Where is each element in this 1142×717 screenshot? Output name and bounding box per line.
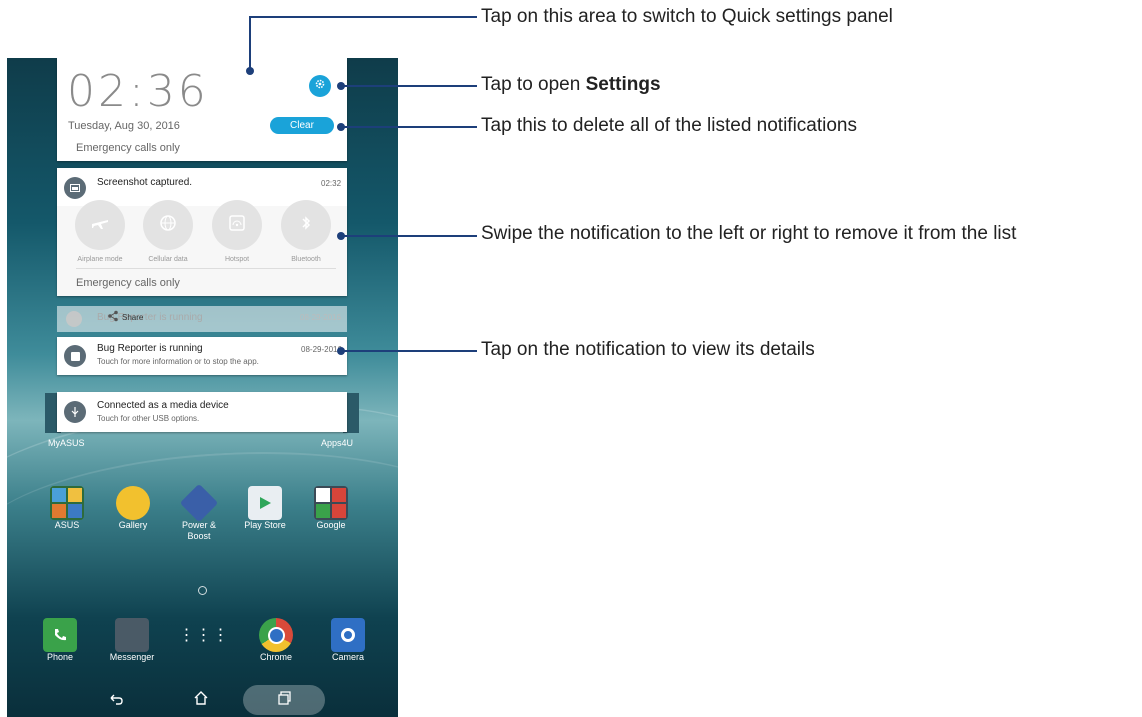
callout-quick-settings: Tap on this area to switch to Quick sett… xyxy=(481,6,893,27)
emergency-calls-text: Emergency calls only xyxy=(76,277,180,289)
callout-line xyxy=(249,16,477,18)
back-icon xyxy=(107,694,125,712)
dock-label: Camera xyxy=(331,652,364,662)
messenger-icon xyxy=(115,618,149,652)
callout-details: Tap on the notification to view its deta… xyxy=(481,339,815,360)
ghost-notification-time: 08-29-2016 xyxy=(300,313,341,322)
play-store-icon xyxy=(248,486,282,520)
bluetooth-icon xyxy=(296,213,316,238)
home-icon xyxy=(192,691,210,711)
app-label: ASUS xyxy=(54,520,80,530)
dock-label: Chrome xyxy=(259,652,292,662)
app-asus[interactable]: ASUS xyxy=(35,486,99,531)
cellular-data-label: Cellular data xyxy=(148,256,188,263)
divider xyxy=(76,268,336,269)
power-boost-icon xyxy=(179,483,219,523)
callout-clear: Tap this to delete all of the listed not… xyxy=(481,115,858,136)
recents-icon xyxy=(276,690,292,711)
bluetooth-toggle[interactable] xyxy=(281,200,331,250)
hotspot-label: Hotspot xyxy=(224,256,250,263)
airplane-mode-label: Airplane mode xyxy=(77,256,123,263)
stop-icon xyxy=(64,345,86,367)
share-label: Share xyxy=(122,312,144,322)
quick-settings-panel[interactable]: Airplane mode Cellular data Hotspot Blue… xyxy=(57,200,347,296)
apps-grid-icon: ⋮⋮⋮ xyxy=(178,627,230,644)
notification-time: 02:32 xyxy=(321,179,342,188)
app-label: Gallery xyxy=(118,520,148,530)
date-text: Tuesday, Aug 30, 2016 xyxy=(68,120,180,132)
callout-line xyxy=(249,17,251,69)
screenshot-icon xyxy=(64,177,86,199)
dock-messenger[interactable]: Messenger xyxy=(97,618,167,662)
dock: Phone Messenger ⋮⋮⋮ Chrome Camera xyxy=(25,618,395,678)
gallery-icon xyxy=(116,486,150,520)
dock-phone[interactable]: Phone xyxy=(25,618,95,662)
notification-time: 08-29-2016 xyxy=(301,345,342,354)
callout-settings: Tap to open Settings xyxy=(481,74,661,96)
airplane-mode-toggle[interactable] xyxy=(75,200,125,250)
notification-subtitle: Touch for other USB options. xyxy=(97,414,200,423)
widget-label-apps4u[interactable]: Apps4U xyxy=(321,438,353,448)
clear-button[interactable]: Clear xyxy=(270,117,334,134)
clock-time: 02:36 xyxy=(67,66,209,117)
recents-button[interactable] xyxy=(243,685,325,715)
hotspot-icon xyxy=(227,213,247,238)
callout-line xyxy=(341,350,477,352)
emergency-calls-text: Emergency calls only xyxy=(76,142,180,154)
settings-button[interactable] xyxy=(309,75,331,97)
app-label: Power & Boost xyxy=(181,520,216,541)
callout-settings-prefix: Tap to open xyxy=(481,74,586,95)
usb-icon xyxy=(64,401,86,423)
widget-label-myasus[interactable]: MyASUS xyxy=(48,438,85,448)
app-play-store[interactable]: Play Store xyxy=(233,486,297,531)
home-button[interactable] xyxy=(192,689,210,712)
dock-chrome[interactable]: Chrome xyxy=(241,618,311,662)
callout-line xyxy=(341,126,477,128)
cellular-data-icon xyxy=(158,213,178,238)
app-label: Google xyxy=(316,520,346,530)
phone-icon xyxy=(43,618,77,652)
camera-icon xyxy=(331,618,365,652)
notification-card-screenshot[interactable]: Screenshot captured. 02:32 Airplane mode… xyxy=(57,168,347,296)
callout-line xyxy=(341,85,477,87)
home-app-row: ASUS Gallery Power & Boost Play Store Go… xyxy=(35,483,375,566)
callout-line xyxy=(341,235,477,237)
dock-label: Messenger xyxy=(109,652,155,662)
airplane-icon xyxy=(90,213,110,238)
chrome-icon xyxy=(259,618,293,652)
phone-screen: 02:36 Tuesday, Aug 30, 2016 Emergency ca… xyxy=(7,58,398,717)
share-action[interactable]: Share xyxy=(107,310,143,324)
cellular-data-toggle[interactable] xyxy=(143,200,193,250)
callout-settings-bold: Settings xyxy=(585,74,661,95)
dock-camera[interactable]: Camera xyxy=(313,618,383,662)
app-label: Play Store xyxy=(244,520,286,530)
asus-folder-icon xyxy=(50,486,84,520)
share-icon xyxy=(107,310,119,324)
gear-icon xyxy=(314,77,326,95)
notification-card-usb[interactable]: Connected as a media device Touch for ot… xyxy=(57,392,347,432)
notification-subtitle: Touch for more information or to stop th… xyxy=(97,357,259,366)
navigation-bar xyxy=(7,684,398,717)
swiping-notification[interactable]: Bug Reporter is running 08-29-2016 Share xyxy=(57,306,347,332)
notification-card-bug-reporter[interactable]: Bug Reporter is running Touch for more i… xyxy=(57,337,347,375)
app-gallery[interactable]: Gallery xyxy=(101,486,165,531)
dock-label: Phone xyxy=(46,652,74,662)
hotspot-toggle[interactable] xyxy=(212,200,262,250)
notification-title: Bug Reporter is running xyxy=(97,343,203,354)
app-power-boost[interactable]: Power & Boost xyxy=(167,483,231,542)
stop-icon xyxy=(66,311,82,327)
notification-title: Connected as a media device xyxy=(97,400,229,411)
notification-header[interactable]: 02:36 Tuesday, Aug 30, 2016 Emergency ca… xyxy=(57,58,347,161)
callout-swipe: Swipe the notification to the left or ri… xyxy=(481,223,1017,244)
back-button[interactable] xyxy=(107,690,125,713)
app-google[interactable]: Google xyxy=(299,486,363,531)
bluetooth-label: Bluetooth xyxy=(291,256,321,263)
dock-app-drawer[interactable]: ⋮⋮⋮ xyxy=(169,618,230,652)
page-indicator-dot xyxy=(198,586,207,595)
notification-title: Screenshot captured. xyxy=(97,177,193,188)
google-folder-icon xyxy=(314,486,348,520)
